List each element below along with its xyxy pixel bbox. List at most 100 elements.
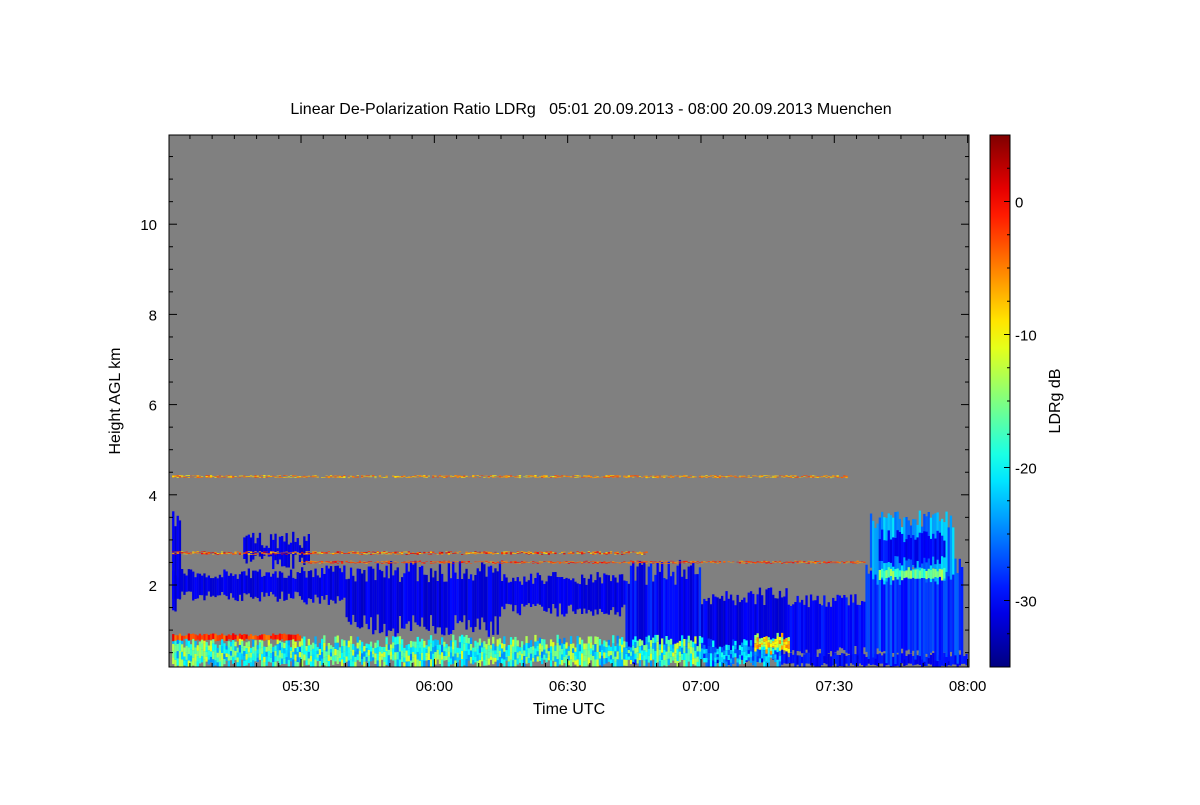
heatmap-cell	[197, 477, 199, 478]
heatmap-cell	[610, 476, 612, 477]
heatmap-cell	[450, 659, 452, 665]
heatmap-cell	[663, 477, 665, 478]
heatmap-cell	[572, 553, 574, 554]
heatmap-cell	[199, 574, 201, 595]
heatmap-cell	[552, 642, 554, 647]
heatmap-cell	[321, 645, 323, 652]
heatmap-cell	[710, 475, 712, 476]
heatmap-cell	[270, 476, 272, 477]
heatmap-cell	[681, 635, 683, 641]
heatmap-cell	[670, 639, 672, 645]
heatmap-cell	[246, 642, 248, 648]
heatmap-cell	[561, 562, 563, 563]
heatmap-cell	[823, 561, 825, 562]
heatmap-cell	[554, 475, 556, 476]
heatmap-cell	[443, 477, 445, 478]
heatmap-cell	[579, 562, 581, 563]
heatmap-cell	[470, 657, 472, 664]
heatmap-cell	[459, 654, 461, 660]
heatmap-cell	[641, 562, 643, 563]
heatmap-cell	[843, 595, 845, 650]
heatmap-cell	[192, 553, 194, 554]
heatmap-cell	[172, 651, 174, 658]
heatmap-cell	[228, 576, 230, 600]
heatmap-cell	[512, 653, 514, 660]
heatmap-cell	[657, 562, 659, 563]
heatmap-cell	[614, 475, 616, 476]
heatmap-cell	[577, 476, 579, 477]
heatmap-cell	[623, 660, 625, 666]
heatmap-cell	[785, 562, 787, 563]
heatmap-cell	[657, 562, 659, 563]
heatmap-cell	[474, 575, 476, 627]
heatmap-cell	[772, 476, 774, 477]
heatmap-cell	[730, 659, 732, 663]
heatmap-cell	[605, 575, 607, 614]
heatmap-cell	[286, 552, 288, 553]
heatmap-cell	[279, 634, 281, 641]
heatmap-cell	[608, 553, 610, 554]
heatmap-cell	[379, 570, 381, 633]
heatmap-cell	[603, 646, 605, 652]
heatmap-cell	[623, 653, 625, 659]
x-axis-label: Time UTC	[533, 701, 605, 718]
heatmap-cell	[574, 648, 576, 652]
heatmap-cell	[585, 563, 587, 564]
heatmap-cell	[226, 646, 228, 650]
heatmap-cell	[732, 658, 734, 664]
heatmap-cell	[254, 635, 256, 639]
heatmap-cell	[310, 645, 312, 651]
heatmap-cell	[645, 644, 647, 652]
heatmap-cell	[485, 553, 487, 554]
heatmap-cell	[234, 635, 236, 640]
heatmap-cell	[237, 657, 239, 662]
heatmap-cell	[505, 552, 507, 553]
heatmap-cell	[768, 637, 770, 640]
heatmap-cell	[510, 552, 512, 553]
heatmap-cell	[661, 561, 663, 562]
heatmap-cell	[557, 476, 559, 477]
heatmap-cell	[226, 477, 228, 478]
heatmap-cell	[517, 646, 519, 652]
heatmap-cell	[354, 652, 356, 657]
heatmap-cell	[477, 552, 479, 553]
heatmap-cell	[630, 561, 632, 562]
heatmap-cell	[381, 563, 383, 564]
heatmap-cell	[617, 651, 619, 659]
heatmap-cell	[374, 478, 376, 479]
heatmap-cell	[905, 576, 907, 651]
heatmap-cell	[308, 554, 310, 555]
heatmap-cell	[501, 581, 503, 607]
heatmap-cell	[870, 571, 872, 665]
heatmap-cell	[772, 561, 774, 562]
heatmap-cell	[452, 553, 454, 554]
colorbar-tick-label: -30	[1015, 594, 1037, 611]
heatmap-cell	[468, 561, 470, 562]
heatmap-cell	[508, 477, 510, 478]
heatmap-cell	[792, 604, 794, 650]
heatmap-cell	[592, 552, 594, 553]
heatmap-cell	[719, 476, 721, 477]
heatmap-cell	[274, 651, 276, 656]
heatmap-cell	[408, 554, 410, 555]
heatmap-cell	[572, 648, 574, 653]
heatmap-cell	[503, 552, 505, 553]
heatmap-cell	[554, 562, 556, 563]
heatmap-cell	[408, 572, 410, 622]
heatmap-cell	[610, 475, 612, 476]
heatmap-cell	[583, 477, 585, 478]
heatmap-cell	[572, 477, 574, 478]
heatmap-cell	[239, 553, 241, 554]
heatmap-cell	[765, 562, 767, 563]
heatmap-cell	[503, 554, 505, 555]
heatmap-cell	[779, 561, 781, 562]
heatmap-cell	[703, 476, 705, 477]
heatmap-cell	[401, 639, 403, 645]
heatmap-cell	[181, 476, 183, 477]
heatmap-cell	[517, 652, 519, 658]
heatmap-cell	[674, 476, 676, 477]
heatmap-cell	[541, 581, 543, 607]
heatmap-cell	[381, 554, 383, 555]
heatmap-cell	[430, 568, 432, 615]
heatmap-cell	[950, 656, 952, 665]
